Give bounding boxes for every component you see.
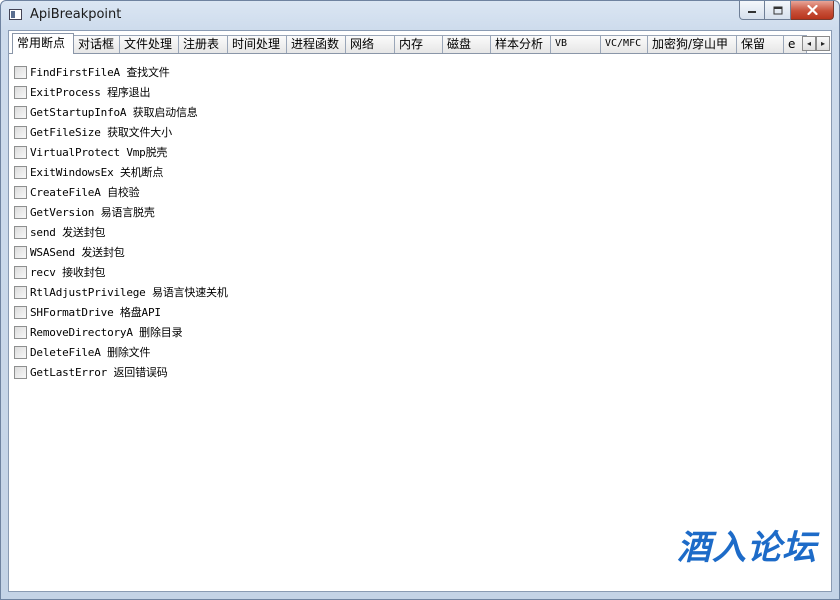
tab-scroll-buttons: ◂ ▸ (802, 36, 830, 51)
maximize-button[interactable] (765, 1, 791, 20)
checkbox[interactable] (14, 245, 27, 259)
checkbox[interactable] (14, 205, 27, 219)
checkbox[interactable] (14, 265, 27, 279)
tab-dialog[interactable]: 对话框 (73, 35, 120, 53)
tab-sample-analysis[interactable]: 样本分析 (490, 35, 551, 53)
tab-common-breakpoints[interactable]: 常用断点 (12, 33, 74, 54)
breakpoint-item[interactable]: GetStartupInfoA 获取启动信息 (14, 102, 228, 122)
breakpoint-label: recv 接收封包 (30, 266, 106, 279)
checkbox[interactable] (14, 185, 27, 199)
breakpoint-item[interactable]: ExitProcess 程序退出 (14, 82, 228, 102)
breakpoint-label: RtlAdjustPrivilege 易语言快速关机 (30, 286, 228, 299)
breakpoint-label: GetFileSize 获取文件大小 (30, 126, 172, 139)
checkbox[interactable] (14, 225, 27, 239)
app-window: ApiBreakpoint 常用断点 对话框 文件处理 注册表 时间处理 进程函… (0, 0, 840, 600)
breakpoint-label: VirtualProtect Vmp脱壳 (30, 146, 168, 159)
checkbox[interactable] (14, 105, 27, 119)
breakpoint-item[interactable]: ExitWindowsEx 关机断点 (14, 162, 228, 182)
checkbox[interactable] (14, 345, 27, 359)
tab-vb[interactable]: VB (550, 35, 601, 53)
checkbox[interactable] (14, 285, 27, 299)
breakpoint-item[interactable]: DeleteFileA 删除文件 (14, 342, 228, 362)
breakpoint-label: ExitProcess 程序退出 (30, 86, 151, 99)
checkbox[interactable] (14, 365, 27, 379)
breakpoint-item[interactable]: GetFileSize 获取文件大小 (14, 122, 228, 142)
breakpoint-item[interactable]: GetLastError 返回错误码 (14, 362, 228, 382)
client-area: 常用断点 对话框 文件处理 注册表 时间处理 进程函数 网络 内存 磁盘 样本分… (8, 30, 832, 592)
checkbox[interactable] (14, 85, 27, 99)
breakpoint-label: CreateFileA 自校验 (30, 186, 140, 199)
tab-strip: 常用断点 对话框 文件处理 注册表 时间处理 进程函数 网络 内存 磁盘 样本分… (9, 33, 831, 54)
breakpoint-label: ExitWindowsEx 关机断点 (30, 166, 164, 179)
checkbox[interactable] (14, 305, 27, 319)
close-icon (806, 5, 818, 15)
tab-panel-common-breakpoints: FindFirstFileA 查找文件 ExitProcess 程序退出 Get… (9, 53, 831, 591)
tab-memory[interactable]: 内存 (394, 35, 443, 53)
forum-watermark: 酒入论坛 (677, 528, 817, 568)
checkbox[interactable] (14, 325, 27, 339)
breakpoint-item[interactable]: recv 接收封包 (14, 262, 228, 282)
breakpoint-item[interactable]: RtlAdjustPrivilege 易语言快速关机 (14, 282, 228, 302)
window-title: ApiBreakpoint (30, 7, 122, 22)
breakpoint-label: WSASend 发送封包 (30, 246, 125, 259)
breakpoint-label: DeleteFileA 删除文件 (30, 346, 151, 359)
tab-registry[interactable]: 注册表 (178, 35, 228, 53)
minimize-icon (748, 11, 756, 13)
breakpoint-item[interactable]: GetVersion 易语言脱壳 (14, 202, 228, 222)
window-controls (739, 1, 834, 21)
breakpoint-item[interactable]: send 发送封包 (14, 222, 228, 242)
checkbox[interactable] (14, 125, 27, 139)
breakpoint-label: GetStartupInfoA 获取启动信息 (30, 106, 198, 119)
tab-disk[interactable]: 磁盘 (442, 35, 491, 53)
maximize-icon (773, 6, 782, 14)
title-bar[interactable]: ApiBreakpoint (1, 1, 839, 29)
tab-scroll-left-icon[interactable]: ◂ (802, 36, 816, 51)
breakpoint-item[interactable]: SHFormatDrive 格盘API (14, 302, 228, 322)
tab-process-functions[interactable]: 进程函数 (286, 35, 346, 53)
checkbox[interactable] (14, 65, 27, 79)
breakpoint-label: SHFormatDrive 格盘API (30, 306, 161, 319)
checkbox[interactable] (14, 145, 27, 159)
breakpoint-item[interactable]: FindFirstFileA 查找文件 (14, 62, 228, 82)
tab-network[interactable]: 网络 (345, 35, 395, 53)
minimize-button[interactable] (739, 1, 765, 20)
breakpoint-label: RemoveDirectoryA 删除目录 (30, 326, 183, 339)
close-button[interactable] (791, 1, 834, 20)
breakpoint-item[interactable]: CreateFileA 自校验 (14, 182, 228, 202)
tab-dongle-armadillo[interactable]: 加密狗/穿山甲 (647, 35, 737, 53)
breakpoint-label: GetVersion 易语言脱壳 (30, 206, 155, 219)
breakpoint-item[interactable]: VirtualProtect Vmp脱壳 (14, 142, 228, 162)
tab-reserved[interactable]: 保留 (736, 35, 784, 53)
breakpoint-list: FindFirstFileA 查找文件 ExitProcess 程序退出 Get… (14, 62, 228, 382)
tab-vc-mfc[interactable]: VC/MFC (600, 35, 648, 53)
breakpoint-item[interactable]: WSASend 发送封包 (14, 242, 228, 262)
tab-time-handling[interactable]: 时间处理 (227, 35, 287, 53)
breakpoint-item[interactable]: RemoveDirectoryA 删除目录 (14, 322, 228, 342)
tab-scroll-right-icon[interactable]: ▸ (816, 36, 830, 51)
tab-file-handling[interactable]: 文件处理 (119, 35, 179, 53)
breakpoint-label: FindFirstFileA 查找文件 (30, 66, 170, 79)
breakpoint-label: send 发送封包 (30, 226, 106, 239)
checkbox[interactable] (14, 165, 27, 179)
breakpoint-label: GetLastError 返回错误码 (30, 366, 168, 379)
app-window-icon[interactable] (9, 9, 22, 20)
